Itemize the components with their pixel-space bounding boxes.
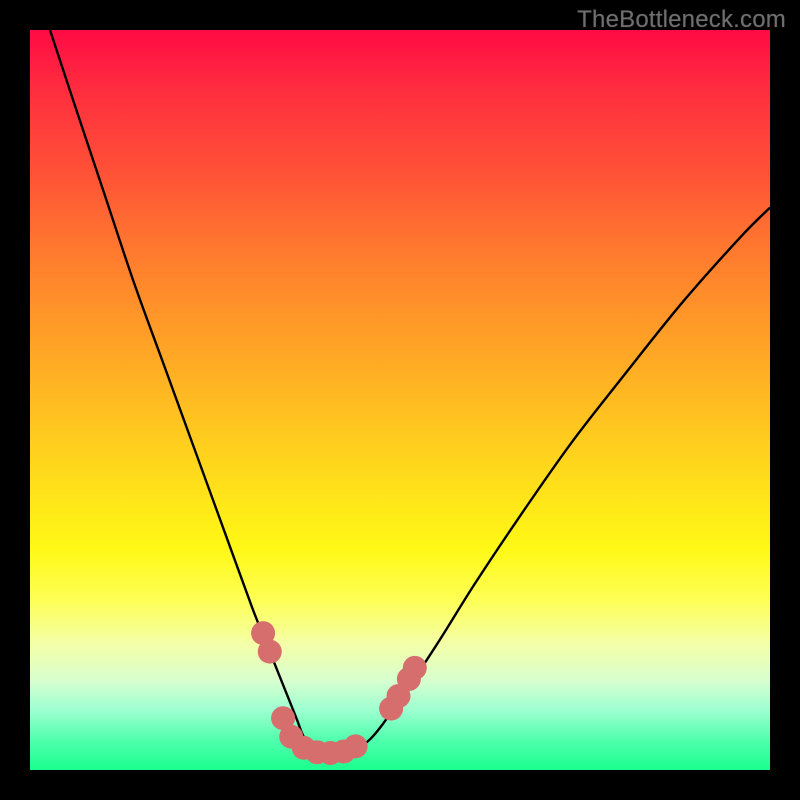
chart-frame: TheBottleneck.com [0, 0, 800, 800]
curve-path [50, 30, 770, 753]
curve-marker [258, 640, 282, 664]
curve-markers [251, 621, 427, 765]
watermark-text: TheBottleneck.com [577, 6, 786, 34]
bottleneck-curve [30, 30, 770, 770]
curve-marker [403, 656, 427, 680]
plot-area [30, 30, 770, 770]
curve-marker [344, 734, 368, 758]
